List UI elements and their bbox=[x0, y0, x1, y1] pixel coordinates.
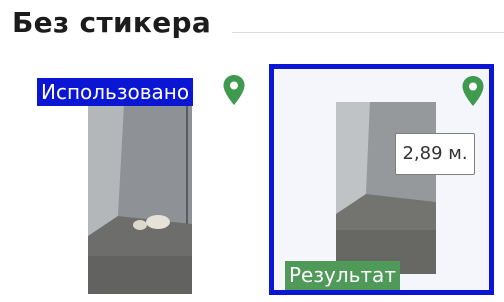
photo-card-result[interactable]: 2,89 м. Результат bbox=[269, 64, 494, 295]
map-pin-icon[interactable] bbox=[461, 75, 485, 107]
photo-card-used[interactable]: Использовано bbox=[28, 72, 260, 294]
result-badge: Результат bbox=[285, 261, 400, 290]
distance-tooltip: 2,89 м. bbox=[395, 133, 475, 175]
photo-thumbnail[interactable] bbox=[88, 106, 192, 294]
section-title: Без стикера bbox=[12, 6, 212, 39]
map-pin-icon[interactable] bbox=[222, 74, 246, 106]
title-divider bbox=[232, 32, 504, 33]
used-badge: Использовано bbox=[37, 78, 194, 106]
photo-thumbnail[interactable] bbox=[336, 102, 436, 274]
